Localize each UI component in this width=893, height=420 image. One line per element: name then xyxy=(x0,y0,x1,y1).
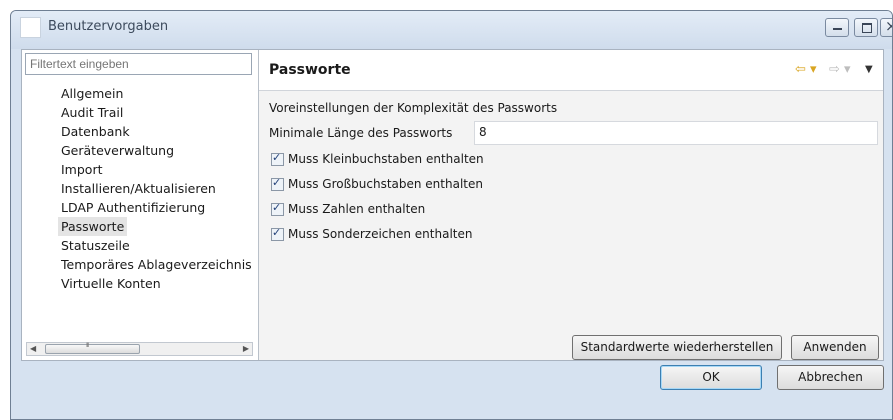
section-description: Voreinstellungen der Komplexität des Pas… xyxy=(269,101,558,115)
scroll-left-icon[interactable]: ◀ xyxy=(30,344,36,353)
tree-item-passworte[interactable]: Passworte xyxy=(58,217,128,236)
minimize-button[interactable] xyxy=(825,18,849,37)
checkbox-checked-icon[interactable] xyxy=(271,151,284,166)
tree-item-ldap[interactable]: LDAP Authentifizierung xyxy=(58,198,258,217)
checkbox-lowercase[interactable]: Muss Kleinbuchstaben enthalten xyxy=(271,151,484,166)
tree-item-datenbank[interactable]: Datenbank xyxy=(58,122,258,141)
close-button[interactable] xyxy=(880,17,892,37)
title-bar[interactable]: Benutzervorgaben xyxy=(11,11,892,49)
checkbox-label: Muss Sonderzeichen enthalten xyxy=(288,227,473,241)
tree-item-audit-trail[interactable]: Audit Trail xyxy=(58,103,258,122)
ok-button[interactable]: OK xyxy=(660,365,762,390)
apply-button[interactable]: Anwenden xyxy=(791,335,879,360)
maximize-button[interactable] xyxy=(854,18,878,37)
preferences-window: Benutzervorgaben Allgemein Audit Trail D… xyxy=(10,10,893,420)
tree-item-allgemein[interactable]: Allgemein xyxy=(58,84,258,103)
checkbox-numbers[interactable]: Muss Zahlen enthalten xyxy=(271,201,426,216)
scroll-right-icon[interactable]: ▶ xyxy=(243,344,249,353)
tree-item-virtuelle-konten[interactable]: Virtuelle Konten xyxy=(58,274,258,293)
dialog-body: Allgemein Audit Trail Datenbank Geräteve… xyxy=(21,49,884,361)
page-header: Passworte ⇦ ▾ ⇨ ▾ ▼ xyxy=(259,50,883,91)
dropdown-icon[interactable]: ▼ xyxy=(865,64,873,75)
filter-input[interactable] xyxy=(25,53,252,75)
preference-tree: Allgemein Audit Trail Datenbank Geräteve… xyxy=(58,84,258,293)
tree-item-temporaeres[interactable]: Temporäres Ablageverzeichnis xyxy=(58,255,258,274)
preference-tree-panel: Allgemein Audit Trail Datenbank Geräteve… xyxy=(22,50,259,360)
min-length-label: Minimale Länge des Passworts xyxy=(269,126,453,140)
forward-arrow-icon[interactable]: ⇨ ▾ xyxy=(829,62,851,77)
window-title: Benutzervorgaben xyxy=(48,19,169,34)
checkbox-uppercase[interactable]: Muss Großbuchstaben enthalten xyxy=(271,176,483,191)
checkbox-checked-icon[interactable] xyxy=(271,201,284,216)
scrollbar-thumb[interactable] xyxy=(45,342,140,354)
restore-defaults-button[interactable]: Standardwerte wiederherstellen xyxy=(572,335,782,360)
horizontal-scrollbar[interactable]: ◀ ▶ xyxy=(26,342,253,356)
tree-item-geraeteverwaltung[interactable]: Geräteverwaltung xyxy=(58,141,258,160)
tree-item-installieren[interactable]: Installieren/Aktualisieren xyxy=(58,179,258,198)
checkbox-label: Muss Kleinbuchstaben enthalten xyxy=(288,152,484,166)
min-length-field[interactable]: 8 xyxy=(474,121,878,145)
checkbox-checked-icon[interactable] xyxy=(271,226,284,241)
checkbox-checked-icon[interactable] xyxy=(271,176,284,191)
back-arrow-icon[interactable]: ⇦ ▾ xyxy=(795,62,817,77)
tree-item-import[interactable]: Import xyxy=(58,160,258,179)
tree-item-statuszeile[interactable]: Statuszeile xyxy=(58,236,258,255)
checkbox-special[interactable]: Muss Sonderzeichen enthalten xyxy=(271,226,473,241)
checkbox-label: Muss Zahlen enthalten xyxy=(288,202,426,216)
cancel-button[interactable]: Abbrechen xyxy=(777,365,884,390)
page-title: Passworte xyxy=(269,62,351,78)
preference-page: Passworte ⇦ ▾ ⇨ ▾ ▼ Voreinstellungen der… xyxy=(259,50,883,360)
checkbox-label: Muss Großbuchstaben enthalten xyxy=(288,177,483,191)
app-icon xyxy=(20,17,41,38)
